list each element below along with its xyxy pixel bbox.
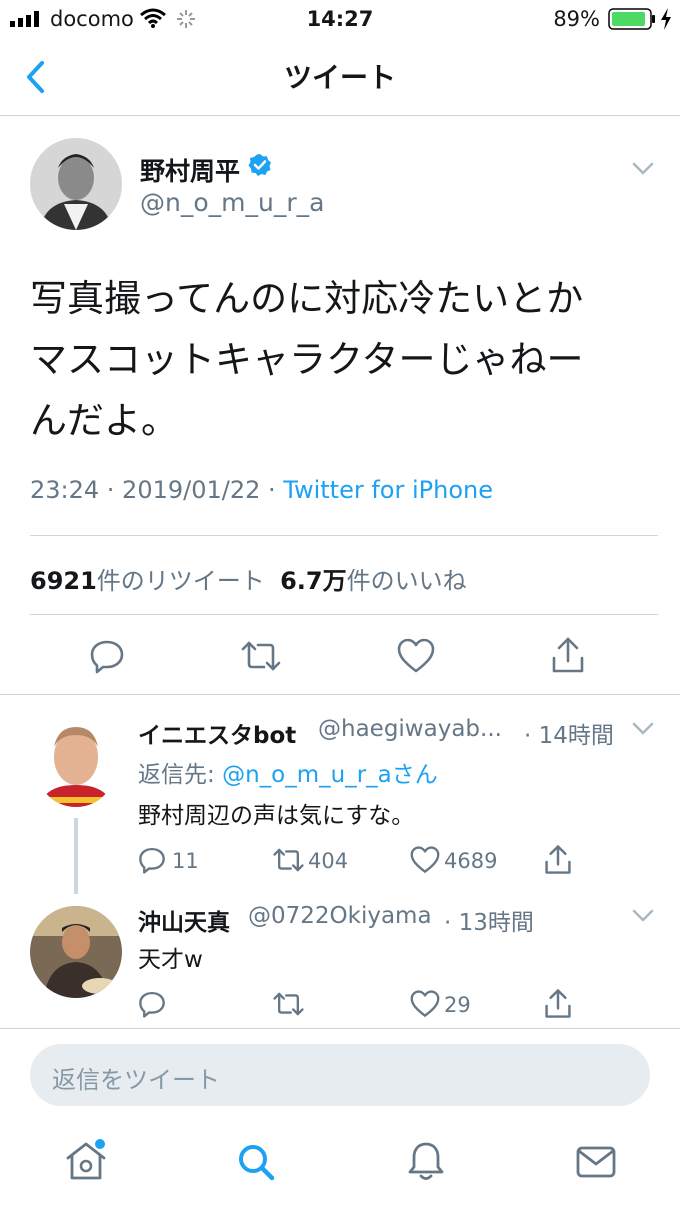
reply-composer-placeholder: 返信をツイート bbox=[52, 1066, 220, 1094]
search-icon[interactable] bbox=[236, 1142, 276, 1182]
author-avatar[interactable] bbox=[30, 138, 122, 230]
tweet-text-line: んだよ。 bbox=[30, 399, 178, 442]
charging-bolt-icon bbox=[661, 8, 671, 30]
like-count: 4689 bbox=[444, 849, 498, 873]
retweet-count: 6921 bbox=[30, 567, 97, 595]
author-name[interactable]: 野村周平 bbox=[140, 152, 240, 188]
reply-icon[interactable] bbox=[89, 638, 125, 674]
verified-badge-icon bbox=[248, 154, 271, 176]
reply-author-handle[interactable]: @haegiwayab... bbox=[318, 716, 502, 742]
reply-time: · 13時間 bbox=[444, 910, 534, 936]
divider bbox=[30, 614, 658, 615]
like-stat-label: 件のいいね bbox=[346, 567, 467, 595]
like-icon[interactable] bbox=[410, 990, 440, 1018]
tweet-text: 写真撮ってんのに対応冷たいとか マスコットキャラクターじゃねー んだよ。 bbox=[30, 268, 660, 451]
divider bbox=[0, 694, 680, 695]
share-icon[interactable] bbox=[544, 844, 572, 875]
retweet-icon[interactable] bbox=[272, 990, 305, 1018]
messages-icon[interactable] bbox=[576, 1146, 616, 1178]
retweet-icon[interactable] bbox=[240, 638, 282, 674]
reply-to-mention[interactable]: @n_o_m_u_r_aさん bbox=[222, 762, 438, 788]
retweet-stat[interactable]: 6921件のリツイート bbox=[30, 567, 265, 595]
chevron-down-icon[interactable] bbox=[632, 909, 654, 923]
reply-time: · 14時間 bbox=[524, 723, 614, 749]
reply-to-line: 返信先: @n_o_m_u_r_aさん bbox=[138, 755, 438, 789]
like-count: 29 bbox=[444, 993, 471, 1017]
reply-composer-input[interactable]: 返信をツイート bbox=[30, 1044, 650, 1106]
reply-avatar[interactable] bbox=[30, 906, 122, 998]
reply-author-name[interactable]: 沖山天真 bbox=[138, 903, 230, 937]
reply-author-handle[interactable]: @0722Okiyama bbox=[248, 903, 432, 929]
like-icon[interactable] bbox=[397, 638, 435, 674]
reply-text: 天才w bbox=[138, 947, 203, 973]
author-handle[interactable]: @n_o_m_u_r_a bbox=[140, 188, 324, 217]
retweet-icon[interactable] bbox=[272, 846, 305, 874]
battery-percentage: 89% bbox=[553, 7, 600, 31]
divider bbox=[30, 535, 658, 536]
home-icon[interactable] bbox=[64, 1138, 108, 1182]
share-icon[interactable] bbox=[551, 636, 585, 674]
chevron-down-icon[interactable] bbox=[632, 162, 654, 176]
status-bar: docomo 14:27 89% bbox=[0, 0, 680, 38]
chevron-down-icon[interactable] bbox=[632, 722, 654, 736]
tweet-source-link[interactable]: Twitter for iPhone bbox=[283, 476, 493, 504]
tweet-text-line: マスコットキャラクターじゃねー bbox=[30, 338, 584, 381]
retweet-count: 404 bbox=[308, 849, 349, 873]
reply-text: 野村周辺の声は気にすな。 bbox=[138, 803, 415, 829]
notifications-icon[interactable] bbox=[406, 1140, 446, 1182]
reply-author-name[interactable]: イニエスタbot bbox=[138, 716, 296, 750]
tweet-meta: 23:24 · 2019/01/22 · Twitter for iPhone bbox=[30, 476, 493, 504]
tweet-text-line: 写真撮ってんのに対応冷たいとか bbox=[30, 277, 584, 320]
like-stat[interactable]: 6.7万件のいいね bbox=[280, 567, 467, 595]
reply-icon[interactable] bbox=[138, 990, 166, 1018]
tab-bar bbox=[0, 1126, 680, 1209]
reply-to-prefix: 返信先: bbox=[138, 762, 223, 788]
divider bbox=[0, 1028, 680, 1029]
like-icon[interactable] bbox=[410, 846, 440, 874]
navigation-bar: ツイート bbox=[0, 38, 680, 116]
page-title: ツイート bbox=[283, 61, 396, 94]
tweet-stats: 6921件のリツイート 6.7万件のいいね bbox=[30, 561, 467, 596]
reply-avatar[interactable] bbox=[36, 717, 116, 807]
reply-count: 11 bbox=[172, 849, 199, 873]
tweet-timestamp: 23:24 · 2019/01/22 · bbox=[30, 476, 284, 504]
battery-icon bbox=[608, 8, 655, 30]
retweet-stat-label: 件のリツイート bbox=[96, 567, 265, 595]
share-icon[interactable] bbox=[544, 988, 572, 1019]
thread-connector bbox=[74, 818, 78, 894]
like-count: 6.7万 bbox=[280, 567, 347, 595]
reply-icon[interactable] bbox=[138, 846, 166, 874]
